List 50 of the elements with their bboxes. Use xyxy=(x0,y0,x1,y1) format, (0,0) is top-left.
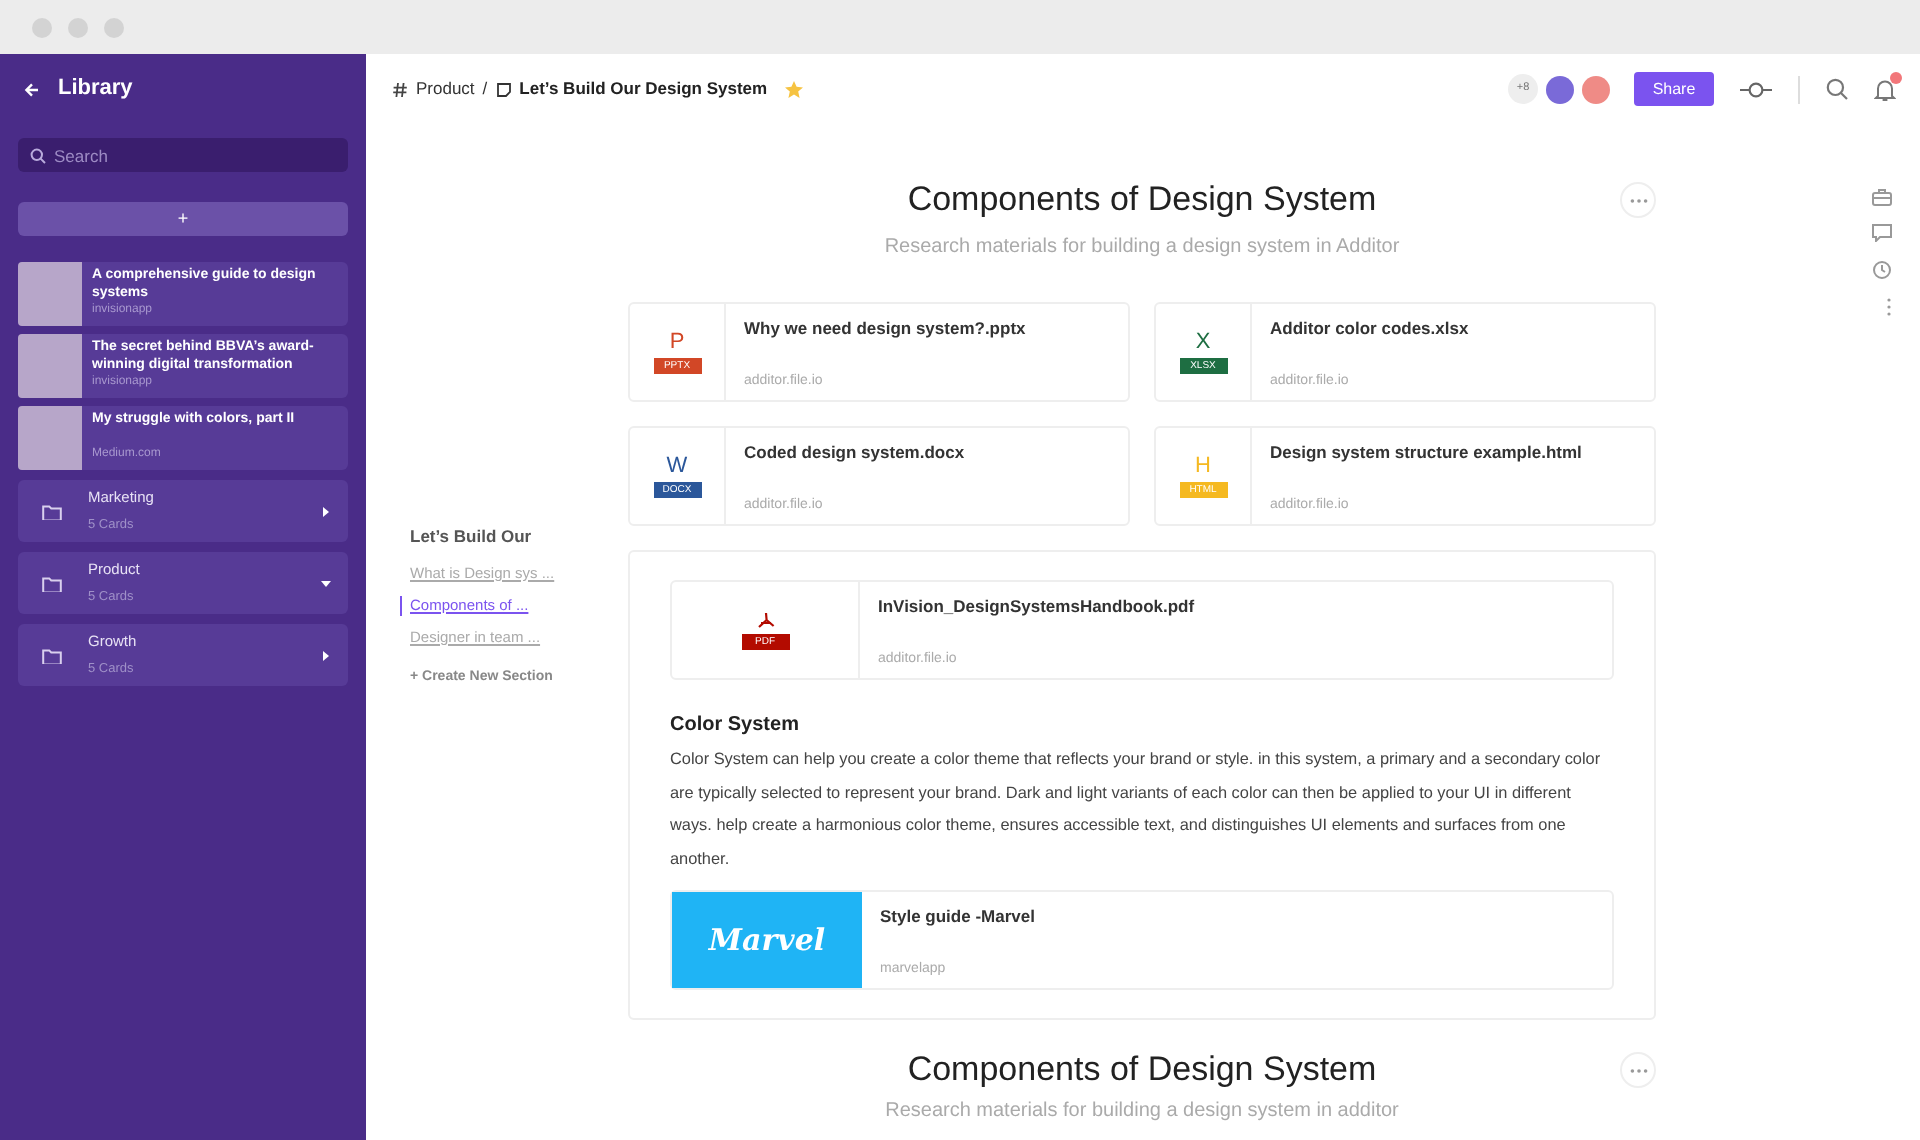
history-icon[interactable] xyxy=(1872,260,1892,280)
file-name: Coded design system.docx xyxy=(744,440,967,466)
logo-picture: Marvel xyxy=(672,892,862,989)
folder-icon xyxy=(42,647,62,663)
link-title: Style guide -Marvel xyxy=(880,904,1037,931)
bell-icon[interactable] xyxy=(1874,77,1896,102)
avatar xyxy=(1546,75,1574,103)
comment-icon[interactable] xyxy=(1872,224,1892,242)
content-paragraph: Color System can help you create a color theme that reflects your brand or style. in this system, a primary and a secondary color are typically selected to represent your brand. Dark and light variants of each color can then be applied to your UI in different ways. help create a harmonious color theme, ensures accessible text, and distinguishes UI elements and surfaces from one another. xyxy=(670,748,1603,872)
star-icon[interactable] xyxy=(783,79,804,99)
content-heading: Color System xyxy=(670,712,801,740)
share-button[interactable]: Share xyxy=(1634,72,1714,106)
section-subtitle: Research materials for building a design system in additor xyxy=(883,1098,1401,1127)
file-type-letter: W xyxy=(666,455,688,477)
outline-title: Let’s Build Our xyxy=(408,524,534,550)
file-name: Why we need design system?.pptx xyxy=(744,316,1028,342)
search-field[interactable]: Search xyxy=(18,138,348,172)
file-type-letter: P xyxy=(669,331,685,353)
file-type-letter: H xyxy=(1195,455,1211,477)
page-title: Let’s Build Our Design System xyxy=(519,76,768,102)
section-title: Components of Design System xyxy=(905,178,1379,222)
section-title: Components of Design System xyxy=(905,1048,1379,1093)
more-button[interactable] xyxy=(1620,1052,1656,1089)
note-icon xyxy=(495,81,512,97)
sidebar-title: Library xyxy=(58,74,133,105)
search-icon[interactable] xyxy=(1826,78,1848,100)
more-icon xyxy=(1629,1067,1647,1074)
hash-icon xyxy=(392,81,408,97)
photo-placeholder xyxy=(18,262,82,326)
file-type-letter: X xyxy=(1195,331,1211,353)
photo-placeholder xyxy=(18,334,82,398)
commit-icon[interactable] xyxy=(1740,79,1772,99)
avatar xyxy=(1582,75,1610,103)
breadcrumb-link[interactable]: Product xyxy=(416,76,475,102)
briefcase-icon[interactable] xyxy=(1872,188,1892,206)
breadcrumb-separator: / xyxy=(482,76,488,102)
pdf-icon xyxy=(755,611,775,629)
more-button[interactable] xyxy=(1620,182,1656,218)
file-name: Design system structure example.html xyxy=(1270,440,1584,466)
folder-icon xyxy=(42,503,62,519)
search-icon xyxy=(30,147,46,163)
file-name: Additor color codes.xlsx xyxy=(1270,316,1471,342)
add-button[interactable]: + xyxy=(18,202,348,236)
folder-icon xyxy=(42,575,62,591)
photo-placeholder xyxy=(18,406,82,470)
back-arrow-icon[interactable] xyxy=(24,81,40,97)
more-icon xyxy=(1629,197,1647,203)
more-vertical-icon[interactable] xyxy=(1886,298,1892,316)
section-subtitle: Research materials for building a design system in Additor xyxy=(882,234,1402,262)
file-name: InVision_DesignSystemsHandbook.pdf xyxy=(878,594,1197,620)
